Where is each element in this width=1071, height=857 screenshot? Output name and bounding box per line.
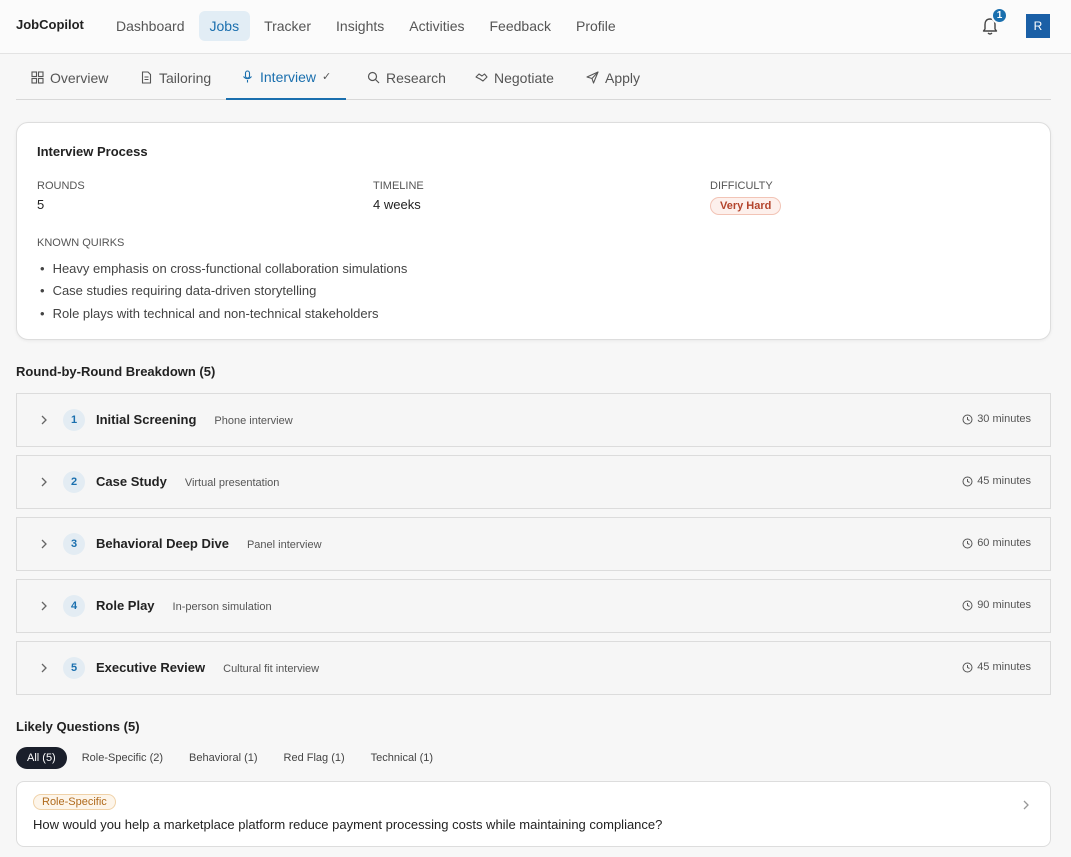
tab-label: Research [386, 69, 446, 86]
question-tag: Role-Specific [33, 794, 116, 810]
timeline-label: TIMELINE [373, 180, 424, 192]
round-row[interactable]: 2 Case Study Virtual presentation 45 minu… [16, 455, 1051, 509]
rounds-label: ROUNDS [37, 180, 85, 192]
round-title: Initial Screening [96, 412, 197, 427]
round-number: 3 [63, 533, 85, 555]
difficulty-badge: Very Hard [710, 197, 782, 215]
tab-label: Overview [50, 69, 109, 86]
round-row[interactable]: 5 Executive Review Cultural fit interview… [16, 641, 1051, 695]
quirk-item: Role plays with technical and non-techni… [37, 302, 407, 325]
microphone-icon [243, 70, 252, 83]
clock-icon [962, 600, 973, 610]
tab-interview[interactable]: Interview ✓ [226, 55, 347, 100]
duration-text: 90 minutes [977, 599, 1031, 611]
difficulty-label: DIFFICULTY [710, 180, 773, 192]
duration-text: 60 minutes [977, 537, 1031, 549]
tab-label: Interview [260, 68, 317, 85]
nav-jobs[interactable]: Jobs [198, 11, 251, 41]
tab-apply[interactable]: Apply [586, 55, 640, 100]
nav-activities[interactable]: Activities [398, 11, 475, 41]
quirk-item: Heavy emphasis on cross-functional colla… [37, 257, 408, 280]
clock-icon [962, 662, 973, 672]
handshake-icon [475, 73, 488, 82]
filter-all[interactable]: All (5) [16, 747, 67, 769]
clock-icon [962, 414, 973, 424]
round-title: Executive Review [96, 660, 206, 675]
round-title: Behavioral Deep Dive [96, 536, 229, 551]
send-icon [586, 71, 599, 84]
round-type: Panel interview [246, 539, 322, 551]
round-duration: 60 minutes [962, 537, 1031, 549]
notification-badge: 1 [991, 7, 1008, 24]
quirk-item: Case studies requiring data-driven story… [37, 280, 407, 303]
chevron-right-icon [1023, 800, 1029, 810]
round-title: Case Study [96, 474, 167, 489]
round-number: 1 [63, 409, 85, 431]
tab-label: Tailoring [159, 69, 212, 86]
timeline-value: 4 weeks [373, 197, 421, 212]
card-title: Interview Process [37, 144, 148, 159]
chevron-right-icon [41, 539, 47, 549]
question-card[interactable]: Role-Specific How would you help a marke… [16, 781, 1051, 847]
avatar[interactable]: R [1026, 14, 1050, 38]
nav-feedback[interactable]: Feedback [479, 11, 562, 41]
questions-title: Likely Questions (5) [16, 719, 140, 734]
chevron-right-icon [41, 477, 47, 487]
breakdown-title: Round-by-Round Breakdown (5) [16, 364, 216, 379]
round-type: Phone interview [214, 415, 293, 427]
question-filters: All (5) Role-Specific (2) Behavioral (1)… [16, 747, 444, 769]
filter-technical[interactable]: Technical (1) [360, 747, 444, 769]
chevron-right-icon [41, 663, 47, 673]
tab-overview[interactable]: Overview [31, 55, 108, 100]
duration-text: 45 minutes [977, 661, 1031, 673]
chevron-right-icon [41, 415, 47, 425]
round-row[interactable]: 3 Behavioral Deep Dive Panel interview 60… [16, 517, 1051, 571]
round-duration: 30 minutes [962, 413, 1031, 425]
round-type: Cultural fit interview [223, 663, 320, 675]
filter-role-specific[interactable]: Role-Specific (2) [71, 747, 174, 769]
round-type: Virtual presentation [184, 477, 280, 489]
quirks-list: Heavy emphasis on cross-functional colla… [37, 257, 408, 325]
round-row[interactable]: 4 Role Play In-person simulation 90 minut… [16, 579, 1051, 633]
round-duration: 45 minutes [962, 475, 1031, 487]
round-number: 2 [63, 471, 85, 493]
duration-text: 45 minutes [977, 475, 1031, 487]
main-nav: Dashboard Jobs Tracker Insights Activiti… [105, 11, 630, 41]
clock-icon [962, 476, 973, 486]
interview-process-card: Interview Process ROUNDS 5 TIMELINE 4 we… [16, 122, 1051, 340]
checkmark-icon: ✓ [322, 71, 332, 83]
tab-label: Apply [605, 69, 641, 86]
job-tabs: Overview Tailoring Interview ✓ Research … [16, 55, 1051, 100]
tab-tailoring[interactable]: Tailoring [140, 55, 211, 100]
brand-logo[interactable]: JobCopilot [16, 17, 84, 32]
grid-icon [31, 71, 44, 84]
question-text: How would you help a marketplace platfor… [33, 817, 663, 832]
rounds-value: 5 [37, 197, 45, 212]
top-navbar: JobCopilot Dashboard Jobs Tracker Insigh… [0, 0, 1071, 54]
nav-profile[interactable]: Profile [565, 11, 627, 41]
round-type: In-person simulation [172, 601, 272, 613]
nav-insights[interactable]: Insights [325, 11, 395, 41]
round-title: Role Play [96, 598, 155, 613]
nav-dashboard[interactable]: Dashboard [105, 11, 196, 41]
nav-tracker[interactable]: Tracker [253, 11, 322, 41]
tab-label: Negotiate [494, 69, 554, 86]
quirks-label: KNOWN QUIRKS [37, 237, 125, 249]
filter-red-flag[interactable]: Red Flag (1) [273, 747, 356, 769]
round-duration: 45 minutes [962, 661, 1031, 673]
round-row[interactable]: 1 Initial Screening Phone interview 30 mi… [16, 393, 1051, 447]
tab-research[interactable]: Research [367, 55, 446, 100]
round-number: 5 [63, 657, 85, 679]
search-icon [367, 71, 380, 84]
round-duration: 90 minutes [962, 599, 1031, 611]
chevron-right-icon [41, 601, 47, 611]
clock-icon [962, 538, 973, 548]
document-icon [141, 71, 152, 84]
tab-negotiate[interactable]: Negotiate [475, 55, 554, 100]
duration-text: 30 minutes [977, 413, 1031, 425]
filter-behavioral[interactable]: Behavioral (1) [178, 747, 268, 769]
round-number: 4 [63, 595, 85, 617]
